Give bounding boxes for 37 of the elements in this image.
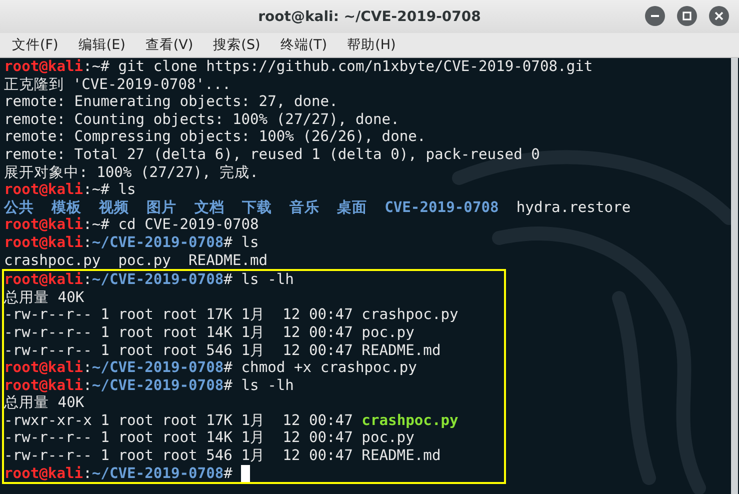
terminal-line: remote: Counting objects: 100% (27/27), done. — [4, 110, 400, 128]
terminal-line: remote: Total 27 (delta 6), reused 1 (delta 0), pack-reused 0 — [4, 146, 540, 164]
terminal-line: 总用量 40K — [4, 288, 84, 306]
terminal-line: root@kali:~# ls — [4, 181, 136, 199]
terminal-line: crashpoc.py poc.py README.md — [4, 252, 268, 270]
terminal-line: -rw-r--r-- 1 root root 17K 1月 12 00:47 crashpoc.py — [4, 306, 458, 324]
menu-item[interactable]: 查看(V) — [145, 36, 194, 54]
close-button[interactable] — [709, 6, 729, 26]
menu-item[interactable]: 帮助(H) — [347, 36, 396, 54]
maximize-icon — [682, 11, 692, 21]
terminal-line: root@kali:~/CVE-2019-0708# ls — [4, 234, 259, 252]
terminal-line: -rw-r--r-- 1 root root 546 1月 12 00:47 README.md — [4, 342, 441, 360]
terminal-line: -rwxr-xr-x 1 root root 17K 1月 12 00:47 crashpoc.py — [4, 412, 458, 430]
terminal-line: -rw-r--r-- 1 root root 14K 1月 12 00:47 poc.py — [4, 429, 414, 448]
menu-item[interactable]: 编辑(E) — [78, 36, 126, 54]
menu-item[interactable]: 搜索(S) — [213, 36, 260, 54]
terminal-line: -rw-r--r-- 1 root root 14K 1月 12 00:47 poc.py — [4, 324, 414, 342]
close-icon — [714, 11, 724, 21]
minimize-button[interactable] — [645, 6, 665, 26]
terminal-line: root@kali:~/CVE-2019-0708# ls -lh — [4, 376, 294, 394]
terminal-line: 总用量 40K — [4, 394, 84, 412]
terminal-line: root@kali:~# cd CVE-2019-0708 — [4, 216, 259, 234]
terminal-line: 公共 模板 视频 图片 文档 下载 音乐 桌面 CVE-2019-0708 hydra.restore — [4, 198, 631, 216]
terminal-line: 正克隆到 'CVE-2019-0708'... — [4, 76, 231, 94]
terminal-line: root@kali:~/CVE-2019-0708# — [4, 464, 234, 482]
maximize-button[interactable] — [677, 6, 697, 26]
scrollbar[interactable] — [731, 58, 738, 494]
terminal-line: root@kali:~# git clone https://github.com/n1xbyte/CVE-2019-0708.git — [4, 58, 593, 76]
terminal-line: 展开对象中: 100% (27/27), 完成. — [4, 164, 258, 182]
terminal-line: -rw-r--r-- 1 root root 546 1月 12 00:47 README.md — [4, 447, 441, 465]
terminal-line: root@kali:~/CVE-2019-0708# chmod +x crashpoc.py — [4, 359, 417, 377]
menu-item[interactable]: 终端(T) — [280, 36, 328, 54]
window-title: root@kali: ~/CVE-2019-0708 — [258, 8, 481, 24]
terminal-line: root@kali:~/CVE-2019-0708# ls -lh — [4, 271, 294, 289]
terminal-line: remote: Compressing objects: 100% (26/26), done. — [4, 128, 426, 146]
menu-item[interactable]: 文件(F) — [12, 36, 58, 54]
terminal-line: remote: Enumerating objects: 27, done. — [4, 93, 338, 111]
